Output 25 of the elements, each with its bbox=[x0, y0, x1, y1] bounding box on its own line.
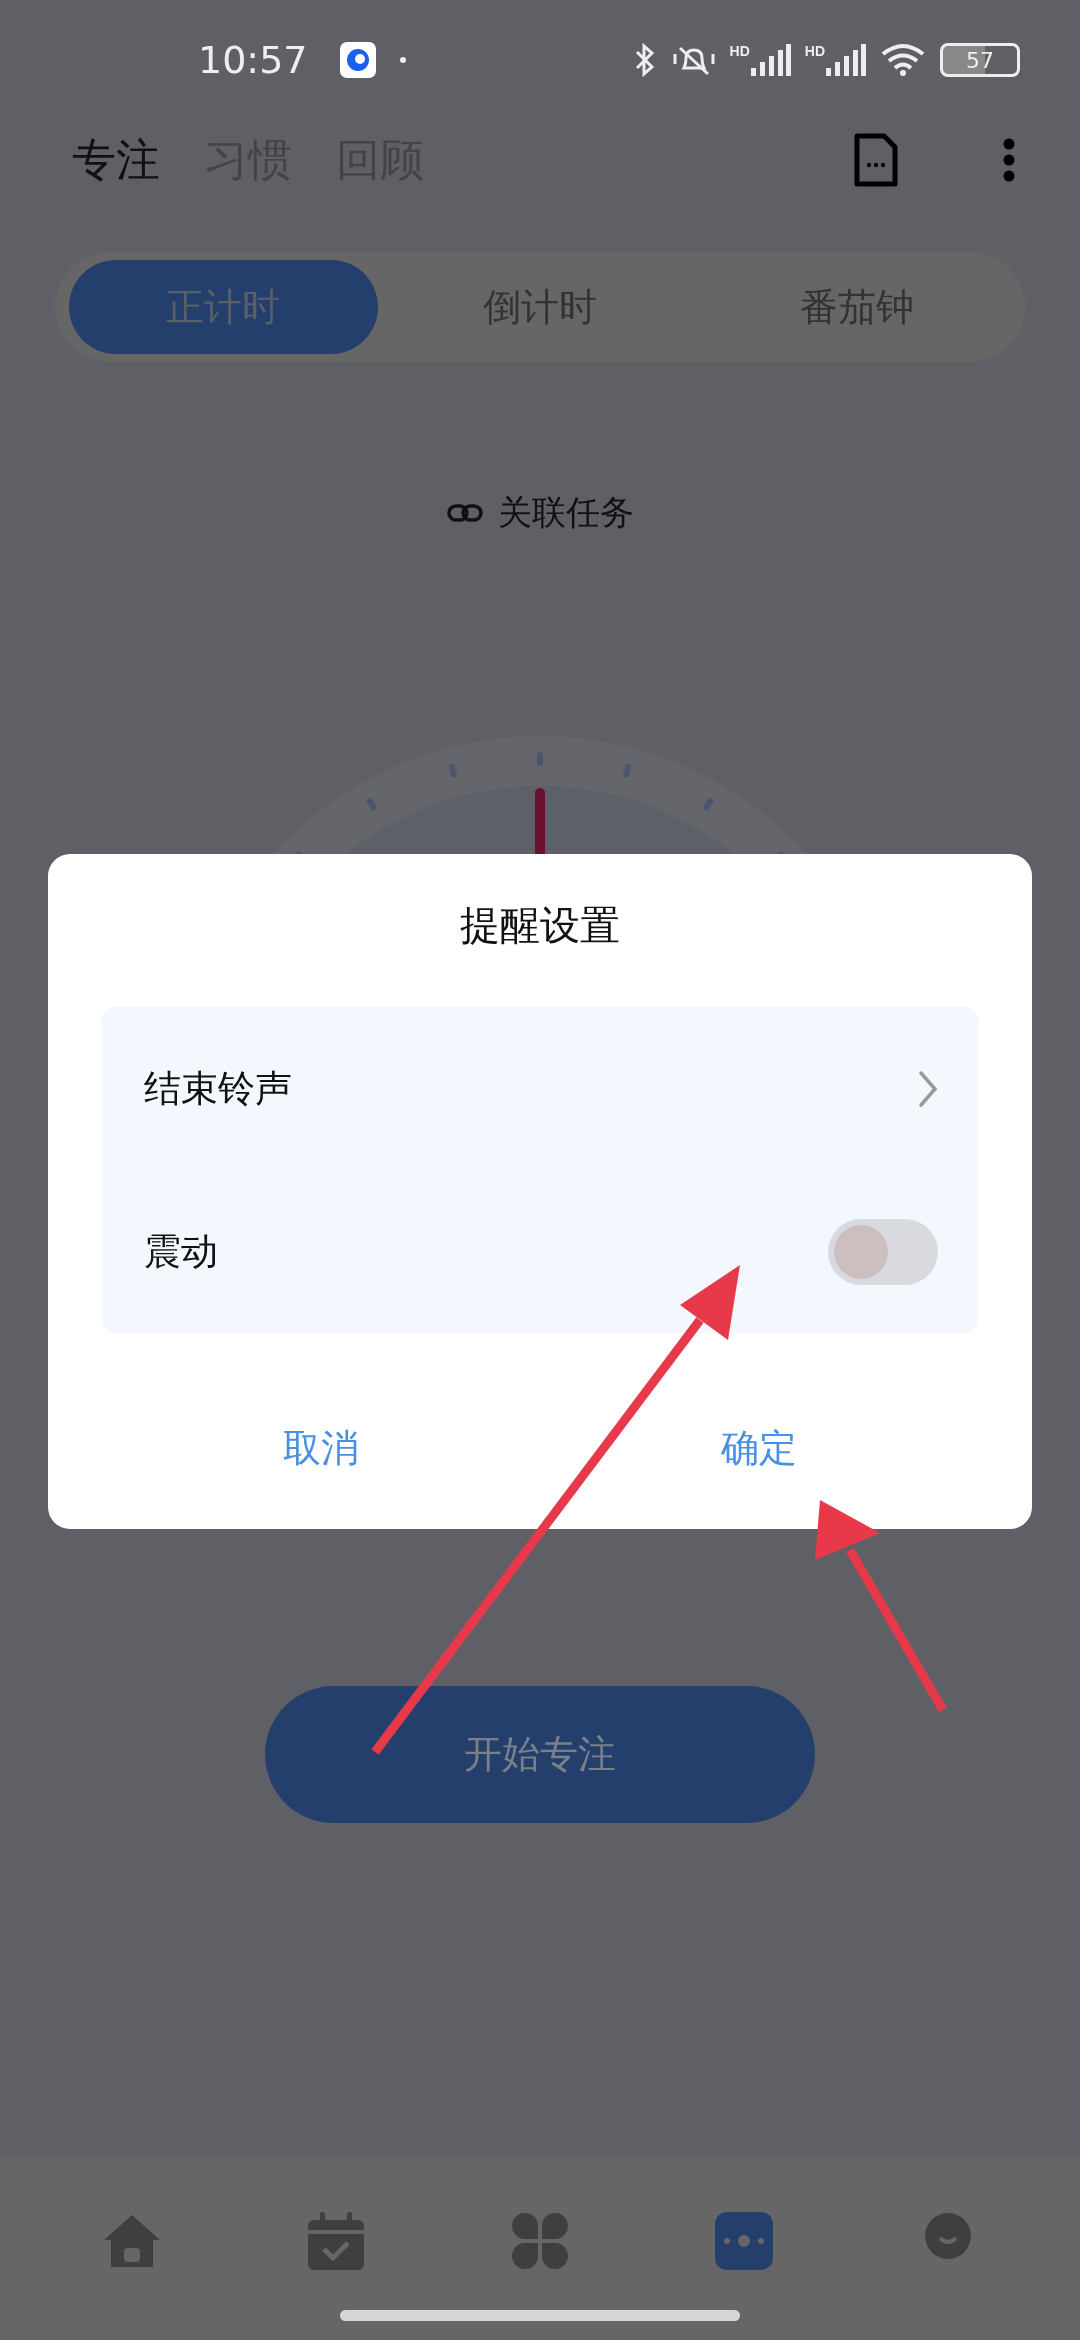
top-tab[interactable]: 专注 bbox=[50, 130, 182, 190]
signal-icon bbox=[750, 44, 791, 76]
confirm-button[interactable]: 确定 bbox=[701, 1413, 817, 1484]
link-icon bbox=[446, 502, 484, 524]
signal-icon bbox=[826, 44, 866, 76]
dialog-title: 提醒设置 bbox=[460, 901, 620, 950]
apps-icon[interactable] bbox=[511, 2212, 569, 2270]
document-icon[interactable] bbox=[852, 133, 898, 187]
start-focus-button[interactable]: 开始专注 bbox=[265, 1686, 815, 1823]
network-type-label: HD bbox=[729, 44, 750, 58]
home-indicator[interactable] bbox=[340, 2310, 740, 2321]
status-time: 10:57 bbox=[198, 38, 308, 82]
network-type-label: HD bbox=[804, 44, 825, 58]
cancel-button[interactable]: 取消 bbox=[263, 1413, 379, 1484]
setting-label: 结束铃声 bbox=[144, 1065, 292, 1112]
battery-indicator: 57 bbox=[940, 43, 1020, 77]
more-icon[interactable] bbox=[1002, 138, 1016, 182]
dot-icon bbox=[399, 57, 406, 63]
calendar-icon[interactable] bbox=[308, 2212, 364, 2270]
app-notification-icon bbox=[339, 42, 376, 78]
chevron-right-icon[interactable] bbox=[918, 1069, 938, 1108]
setting-label: 震动 bbox=[144, 1228, 218, 1275]
linked-task-link[interactable]: 关联任务 bbox=[498, 490, 634, 536]
wifi-icon bbox=[880, 42, 926, 78]
focus-icon[interactable] bbox=[715, 2212, 773, 2270]
